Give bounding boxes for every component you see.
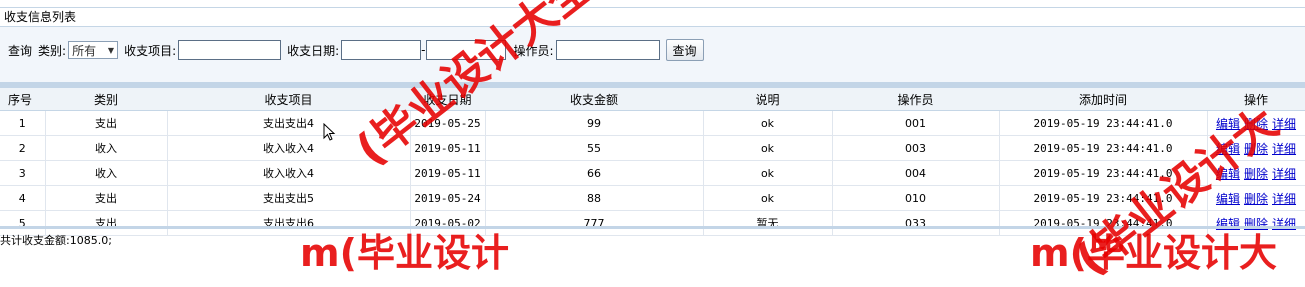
col-header-date: 收支日期	[410, 88, 485, 111]
cell-amount: 777	[485, 210, 704, 236]
cell-type: 收入	[45, 160, 168, 186]
delete-link[interactable]: 删除	[1244, 117, 1268, 131]
cell-date: 2019-05-02	[410, 210, 486, 236]
cell-operator: 004	[832, 160, 1000, 186]
item-input[interactable]	[178, 40, 282, 60]
edit-link[interactable]: 编辑	[1216, 167, 1240, 181]
cell-item: 支出支出6	[167, 210, 411, 236]
cell-added-time: 2019-05-19 23:44:41.0	[999, 110, 1208, 136]
cell-note: ok	[703, 110, 833, 136]
mouse-pointer-icon	[323, 123, 336, 141]
col-header-note: 说明	[703, 88, 832, 111]
cell-amount: 55	[485, 135, 704, 161]
cell-type: 支出	[45, 185, 168, 211]
col-header-amount: 收支金额	[485, 88, 703, 111]
cell-actions: 编辑 删除 详细	[1207, 110, 1305, 136]
col-header-item: 收支项目	[167, 88, 410, 111]
cell-note: ok	[703, 185, 833, 211]
cell-note: ok	[703, 135, 833, 161]
operator-input[interactable]	[555, 40, 660, 60]
item-label: 收支项目:	[124, 43, 177, 58]
cell-date: 2019-05-11	[410, 135, 486, 161]
cell-added-time: 2019-05-19 23:44:41.0	[999, 160, 1208, 186]
query-button[interactable]: 查询	[665, 39, 704, 61]
cell-item: 收入收入4	[167, 160, 411, 186]
cell-added-time: 2019-05-19 23:44:41.0	[999, 185, 1208, 211]
cell-item: 收入收入4	[167, 135, 411, 161]
date-from-input[interactable]	[341, 40, 422, 60]
cell-amount: 88	[485, 185, 704, 211]
cell-date: 2019-05-11	[410, 160, 486, 186]
category-label: 类别:	[38, 43, 67, 58]
table-row: 5 支出 支出支出6 2019-05-02 777 暂无 033 2019-05…	[0, 210, 1305, 236]
category-select-value: 所有	[72, 43, 97, 58]
cell-amount: 66	[485, 160, 704, 186]
table-row: 3 收入 收入收入4 2019-05-11 66 ok 004 2019-05-…	[0, 160, 1305, 186]
search-row: 查询 类别: 所有 ▼ 收支项目: 收支日期: - 操作员: 查询	[8, 39, 704, 61]
cell-added-time: 2019-05-19 23:44:41.0	[999, 135, 1208, 161]
cell-operator: 003	[832, 135, 1000, 161]
cell-operator: 001	[832, 110, 1000, 136]
table-row: 1 支出 支出支出4 2019-05-25 99 ok 001 2019-05-…	[0, 110, 1305, 136]
cell-item: 支出支出5	[167, 185, 411, 211]
cell-item: 支出支出4	[167, 110, 411, 136]
panel-title: 收支信息列表	[4, 10, 77, 24]
cell-actions: 编辑 删除 详细	[1207, 160, 1305, 186]
cell-note: 暂无	[703, 210, 833, 236]
cell-type: 收入	[45, 135, 168, 161]
col-header-type: 类别	[45, 88, 167, 111]
table-row: 4 支出 支出支出5 2019-05-24 88 ok 010 2019-05-…	[0, 185, 1305, 211]
cell-amount: 99	[485, 110, 704, 136]
cell-note: ok	[703, 160, 833, 186]
panel-title-bar: 收支信息列表	[0, 7, 1305, 27]
date-to-input[interactable]	[425, 40, 506, 60]
total-amount: 共计收支金额:1085.0;	[0, 234, 112, 247]
cell-no: 1	[0, 110, 46, 136]
records-table: 序号 类别 收支项目 收支日期 收支金额 说明 操作员 添加时间 操作 1 支出…	[0, 88, 1305, 236]
cell-operator: 010	[832, 185, 1000, 211]
table-header-row: 序号 类别 收支项目 收支日期 收支金额 说明 操作员 添加时间 操作	[0, 88, 1305, 111]
cell-operator: 033	[832, 210, 1000, 236]
edit-link[interactable]: 编辑	[1216, 117, 1240, 131]
delete-link[interactable]: 删除	[1244, 192, 1268, 206]
cell-no: 2	[0, 135, 46, 161]
date-label: 收支日期:	[287, 43, 340, 58]
cell-no: 4	[0, 185, 46, 211]
detail-link[interactable]: 详细	[1272, 192, 1296, 206]
edit-link[interactable]: 编辑	[1216, 142, 1240, 156]
edit-link[interactable]: 编辑	[1216, 192, 1240, 206]
col-header-added-time: 添加时间	[999, 88, 1207, 111]
delete-link[interactable]: 删除	[1244, 167, 1268, 181]
dropdown-arrow-icon: ▼	[107, 45, 115, 55]
col-header-operator: 操作员	[832, 88, 999, 111]
query-label: 查询	[8, 43, 33, 58]
cell-date: 2019-05-24	[410, 185, 486, 211]
cell-actions: 编辑 删除 详细	[1207, 185, 1305, 211]
detail-link[interactable]: 详细	[1272, 142, 1296, 156]
table-row: 2 收入 收入收入4 2019-05-11 55 ok 003 2019-05-…	[0, 135, 1305, 161]
detail-link[interactable]: 详细	[1272, 117, 1296, 131]
cell-type: 支出	[45, 110, 168, 136]
cell-added-time: 2019-05-19 23:44:41.0	[999, 210, 1208, 236]
operator-label: 操作员:	[513, 43, 554, 58]
cell-actions: 编辑 删除 详细	[1207, 210, 1305, 236]
col-header-no: 序号	[0, 88, 45, 111]
cell-actions: 编辑 删除 详细	[1207, 135, 1305, 161]
search-panel: 查询 类别: 所有 ▼ 收支项目: 收支日期: - 操作员: 查询	[0, 27, 1305, 83]
footer-divider	[0, 226, 1305, 229]
col-header-actions: 操作	[1207, 88, 1305, 111]
cell-date: 2019-05-25	[410, 110, 486, 136]
category-select[interactable]: 所有 ▼	[68, 41, 119, 59]
cell-no: 3	[0, 160, 46, 186]
delete-link[interactable]: 删除	[1244, 142, 1268, 156]
detail-link[interactable]: 详细	[1272, 167, 1296, 181]
